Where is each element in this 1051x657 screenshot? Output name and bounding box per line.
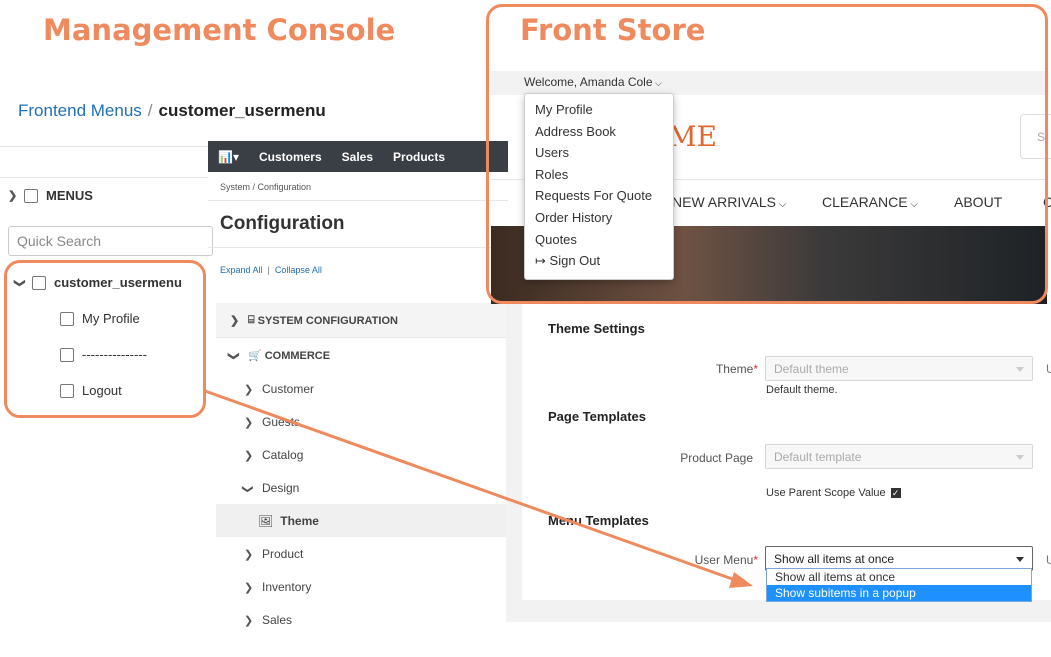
arrow-line	[204, 389, 736, 582]
annotation-arrow	[204, 389, 753, 588]
arrow-head	[729, 572, 753, 588]
